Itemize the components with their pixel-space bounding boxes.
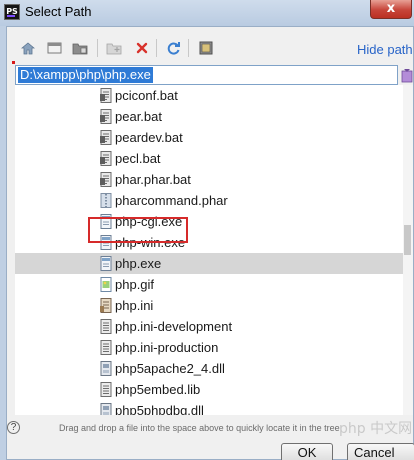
phpstorm-app-icon: PS [4, 4, 20, 20]
script-file-icon [100, 109, 112, 124]
file-tree-item-label: php-win.exe [115, 235, 186, 250]
toolbar-separator [188, 39, 189, 57]
path-input[interactable]: D:\xampp\php\php.exe [15, 65, 398, 85]
file-tree-item[interactable]: php.ini [15, 295, 405, 316]
tree-scrollbar[interactable] [403, 85, 413, 415]
show-hidden-button[interactable] [197, 40, 215, 56]
ok-button[interactable]: OK [281, 443, 333, 460]
archive-file-icon [100, 193, 112, 208]
file-tree-item[interactable]: php5apache2_4.dll [15, 358, 405, 379]
history-dropdown-icon [401, 69, 412, 83]
text-file-icon [100, 319, 112, 334]
file-tree-item-label: peardev.bat [115, 130, 183, 145]
file-tree-item[interactable]: php.exe [15, 253, 405, 274]
file-tree[interactable]: pciconf.bat pear.bat peardev.bat pecl.bat ph… [15, 85, 413, 415]
image-file-icon [100, 277, 112, 292]
executable-file-icon [100, 235, 112, 250]
project-folder-icon [72, 43, 88, 54]
new-folder-button [105, 40, 123, 56]
file-tree-item[interactable]: php-win.exe [15, 232, 405, 253]
desktop-icon [47, 42, 61, 54]
file-tree-item[interactable]: pecl.bat [15, 148, 405, 169]
toolbar: Hide path [7, 27, 413, 67]
text-file-icon [100, 340, 112, 355]
drag-drop-hint: Drag and drop a file into the space abov… [59, 423, 340, 433]
file-tree-item-label: php.exe [115, 256, 162, 271]
show-hidden-icon [199, 41, 213, 55]
file-tree-item-label: php.gif [115, 277, 155, 292]
help-icon[interactable]: ? [7, 421, 20, 434]
refresh-icon [167, 41, 180, 54]
hide-path-link[interactable]: Hide path [357, 42, 413, 57]
script-file-icon [100, 130, 112, 145]
file-tree-item-label: pecl.bat [115, 151, 161, 166]
script-file-icon [100, 151, 112, 166]
config-file-icon [100, 298, 112, 313]
library-file-icon [100, 361, 112, 376]
home-button[interactable] [19, 40, 37, 56]
file-tree-item[interactable]: peardev.bat [15, 127, 405, 148]
file-tree-item[interactable]: php-cgi.exe [15, 211, 405, 232]
script-file-icon [100, 172, 112, 187]
file-tree-item-label: phar.phar.bat [115, 172, 191, 187]
file-tree-item-label: pciconf.bat [115, 88, 178, 103]
file-tree-item[interactable]: pharcommand.phar [15, 190, 405, 211]
file-tree-item-label: php5embed.lib [115, 382, 201, 397]
path-input-value: D:\xampp\php\php.exe [18, 67, 153, 83]
watermark: php 中文网 [339, 421, 413, 437]
file-tree-item[interactable]: phar.phar.bat [15, 169, 405, 190]
file-tree-item-label: pharcommand.phar [115, 193, 228, 208]
file-tree-item-label: php5phpdbg.dll [115, 403, 204, 415]
file-tree-item[interactable]: php5embed.lib [15, 379, 405, 400]
refresh-button[interactable] [164, 40, 182, 56]
cancel-button[interactable]: Cancel [347, 443, 414, 460]
library-file-icon [100, 403, 112, 415]
file-tree-item-label: php5apache2_4.dll [115, 361, 225, 376]
project-button[interactable] [71, 40, 89, 56]
title-bar[interactable]: PS Select Path x [0, 0, 414, 26]
dialog-content: Hide path D:\xampp\php\php.exe pciconf.b… [6, 26, 414, 460]
file-tree-item-label: php.ini-production [115, 340, 219, 355]
path-history-button[interactable] [400, 65, 413, 85]
file-tree-item[interactable]: pciconf.bat [15, 85, 405, 106]
file-tree-item[interactable]: pear.bat [15, 106, 405, 127]
file-tree-item[interactable]: php.ini-development [15, 316, 405, 337]
delete-button[interactable] [133, 40, 151, 56]
window-title: Select Path [25, 4, 92, 19]
file-tree-item[interactable]: php.gif [15, 274, 405, 295]
text-file-icon [100, 382, 112, 397]
toolbar-separator [156, 39, 157, 57]
toolbar-separator [97, 39, 98, 57]
file-tree-item[interactable]: php.ini-production [15, 337, 405, 358]
error-marker [12, 61, 15, 64]
home-icon [21, 41, 35, 54]
script-file-icon [100, 88, 112, 103]
desktop-button[interactable] [45, 40, 63, 56]
close-button[interactable]: x [370, 0, 412, 19]
file-tree-item[interactable]: php5phpdbg.dll [15, 400, 405, 415]
executable-file-icon [100, 256, 112, 271]
file-tree-item-label: php-cgi.exe [115, 214, 183, 229]
file-tree-item-label: php.ini [115, 298, 154, 313]
executable-file-icon [100, 214, 112, 229]
file-tree-item-label: pear.bat [115, 109, 162, 124]
file-tree-item-label: php.ini-development [115, 319, 233, 334]
new-folder-icon [106, 43, 122, 54]
delete-icon [136, 42, 148, 54]
tree-scrollbar-thumb[interactable] [404, 225, 411, 255]
